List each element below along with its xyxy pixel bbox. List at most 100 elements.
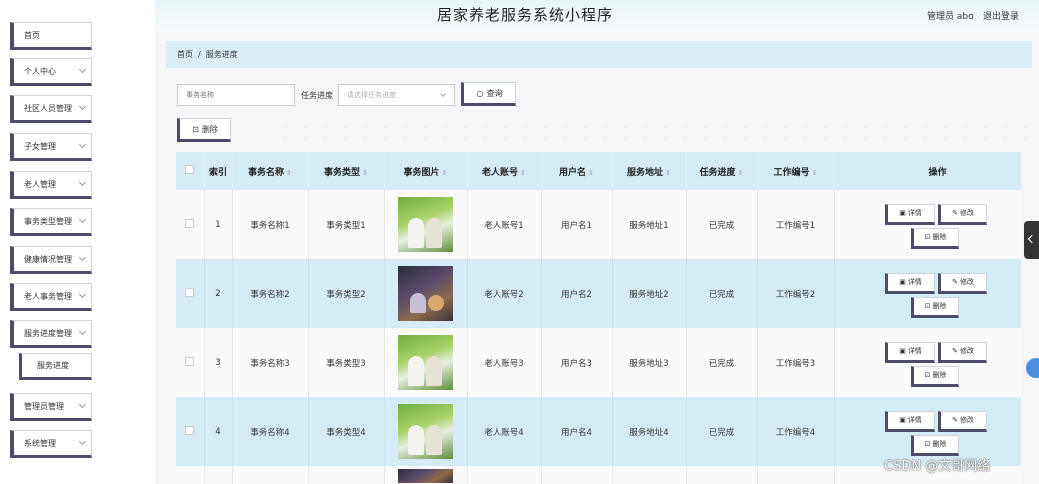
breadcrumb-separator: / <box>198 50 201 59</box>
detail-button[interactable]: ▣ 详情 <box>884 203 935 225</box>
edit-button[interactable]: ✎ 修改 <box>937 272 987 294</box>
sidebar-item-affair-types[interactable]: 事务类型管理 <box>10 208 92 236</box>
chevron-down-icon <box>78 65 87 74</box>
side-collapse-tab[interactable] <box>1024 221 1039 259</box>
cell-username: 用户名4 <box>541 397 613 466</box>
header-job-number[interactable]: 工作编号 ⇕ <box>757 152 835 190</box>
chevron-down-icon <box>440 91 446 97</box>
edit-label: 修改 <box>959 416 974 424</box>
cell-job-number: 工作编号3 <box>757 328 835 397</box>
sidebar-item-profile[interactable]: 个人中心 <box>10 58 92 86</box>
edit-button[interactable]: ✎ 修改 <box>937 410 987 432</box>
bulk-delete-button[interactable]: ⊡ 删除 <box>177 118 231 142</box>
affair-image[interactable] <box>398 335 453 390</box>
sort-icon[interactable]: ⇕ <box>738 169 744 177</box>
cell-elder-account: 老人账号1 <box>467 190 542 259</box>
select-all-checkbox[interactable] <box>185 165 195 174</box>
cell-elder-account: 老人账号2 <box>467 259 542 328</box>
sidebar-item-system[interactable]: 系统管理 <box>10 430 92 458</box>
detail-icon: ▣ <box>899 209 906 217</box>
sidebar-item-admins[interactable]: 管理员管理 <box>10 393 92 421</box>
detail-button[interactable]: ▣ 详情 <box>884 341 935 363</box>
header-label: 任务进度 <box>699 167 736 178</box>
affair-image[interactable] <box>398 469 453 483</box>
cell-elder-account: 老人账号4 <box>467 397 542 466</box>
header-label: 老人账号 <box>482 167 519 178</box>
sidebar-item-elders[interactable]: 老人管理 <box>10 171 92 199</box>
sidebar-item-label: 管理员管理 <box>24 401 64 411</box>
detail-label: 详情 <box>907 347 922 355</box>
sort-icon[interactable]: ⇕ <box>286 169 292 177</box>
header-service-address[interactable]: 服务地址 ⇕ <box>612 152 687 190</box>
header-affair-type[interactable]: 事务类型 ⇕ <box>308 152 385 190</box>
row-select-cell[interactable] <box>176 190 205 259</box>
row-checkbox[interactable] <box>185 218 195 228</box>
affair-image[interactable] <box>398 197 453 252</box>
top-bar: 居家养老服务系统小程序 管理员 abo 退出登录 <box>0 0 1039 32</box>
bulk-delete-label: 删除 <box>201 124 218 134</box>
header-username[interactable]: 用户名 ⇕ <box>541 152 613 190</box>
header-elder-account[interactable]: 老人账号 ⇕ <box>467 152 542 190</box>
row-checkbox[interactable] <box>185 287 195 297</box>
detail-button[interactable]: ▣ 详情 <box>884 410 935 432</box>
sort-icon[interactable]: ⇕ <box>588 169 594 177</box>
edit-button[interactable]: ✎ 修改 <box>937 341 987 363</box>
status-filter-select[interactable]: 请选择任务进度 <box>338 84 455 106</box>
sidebar-item-service-progress-mgmt[interactable]: 服务进度管理 <box>10 320 92 348</box>
row-checkbox[interactable] <box>185 425 195 435</box>
cell-username: 用户名1 <box>541 190 613 259</box>
sidebar-item-elder-affairs[interactable]: 老人事务管理 <box>10 283 92 311</box>
row-select-cell[interactable] <box>176 259 205 328</box>
delete-button[interactable]: ⊡ 删除 <box>910 365 959 387</box>
chevron-down-icon <box>78 400 87 409</box>
cell-affair-image <box>384 259 468 328</box>
trash-icon: ⊡ <box>192 124 199 134</box>
edit-label: 修改 <box>959 209 974 217</box>
row-checkbox[interactable] <box>185 356 195 366</box>
sort-icon[interactable]: ⇕ <box>665 169 671 177</box>
edit-button[interactable]: ✎ 修改 <box>937 203 987 225</box>
sidebar-item-health[interactable]: 健康情况管理 <box>10 246 92 274</box>
header-affair-image[interactable]: 事务图片 ⇕ <box>384 152 468 190</box>
query-button[interactable]: ○ 查询 <box>461 82 516 106</box>
cell-affair-type: 事务类型2 <box>308 259 385 328</box>
delete-button[interactable]: ⊡ 删除 <box>910 296 959 318</box>
logout-link[interactable]: 退出登录 <box>983 9 1019 22</box>
sort-icon[interactable]: ⇕ <box>442 169 448 177</box>
breadcrumb-current: 服务进度 <box>205 50 238 59</box>
chevron-down-icon <box>78 290 87 299</box>
floating-action-button[interactable] <box>1026 358 1039 378</box>
affair-name-search-input[interactable] <box>177 84 295 106</box>
cell-job-number: 工作编号4 <box>757 397 835 466</box>
header-affair-name[interactable]: 事务名称 ⇕ <box>232 152 309 190</box>
sort-icon[interactable]: ⇕ <box>362 169 368 177</box>
row-select-cell[interactable] <box>176 328 205 397</box>
delete-button[interactable]: ⊡ 删除 <box>910 227 959 249</box>
delete-button[interactable]: ⊡ 删除 <box>910 434 959 456</box>
sidebar-subitem-service-progress[interactable]: 服务进度 <box>19 353 92 380</box>
query-button-label: 查询 <box>486 88 503 98</box>
status-select-placeholder: 请选择任务进度 <box>347 91 396 99</box>
sort-icon[interactable]: ⇕ <box>520 169 526 177</box>
sidebar-item-children[interactable]: 子女管理 <box>10 133 92 161</box>
sidebar-item-community-staff[interactable]: 社区人员管理 <box>10 95 92 123</box>
breadcrumb-home[interactable]: 首页 <box>177 49 193 60</box>
header-task-status[interactable]: 任务进度 ⇕ <box>686 152 758 190</box>
sidebar-item-label: 服务进度管理 <box>24 328 72 338</box>
sort-icon[interactable]: ⇕ <box>812 169 818 177</box>
detail-button[interactable]: ▣ 详情 <box>884 272 935 294</box>
sidebar-item-home[interactable]: 首页 <box>10 22 92 50</box>
sidebar-item-label: 子女管理 <box>24 141 56 151</box>
row-select-cell[interactable] <box>176 397 205 466</box>
app-title: 居家养老服务系统小程序 <box>437 6 614 24</box>
table-row: 1 事务名称1 事务类型1 老人账号1 用户名1 服务地址1 已完成 工作编号1… <box>176 190 1021 259</box>
affair-image[interactable] <box>398 404 453 459</box>
cell-username: 用户名3 <box>541 328 613 397</box>
sidebar-item-label: 事务类型管理 <box>24 216 72 226</box>
sidebar-item-label: 老人事务管理 <box>24 291 72 301</box>
header-select-all[interactable] <box>176 152 205 190</box>
affair-image[interactable] <box>398 266 453 321</box>
cell-index: 3 <box>204 328 233 397</box>
trash-icon: ⊡ <box>924 233 931 241</box>
cell-affair-image <box>384 466 468 484</box>
